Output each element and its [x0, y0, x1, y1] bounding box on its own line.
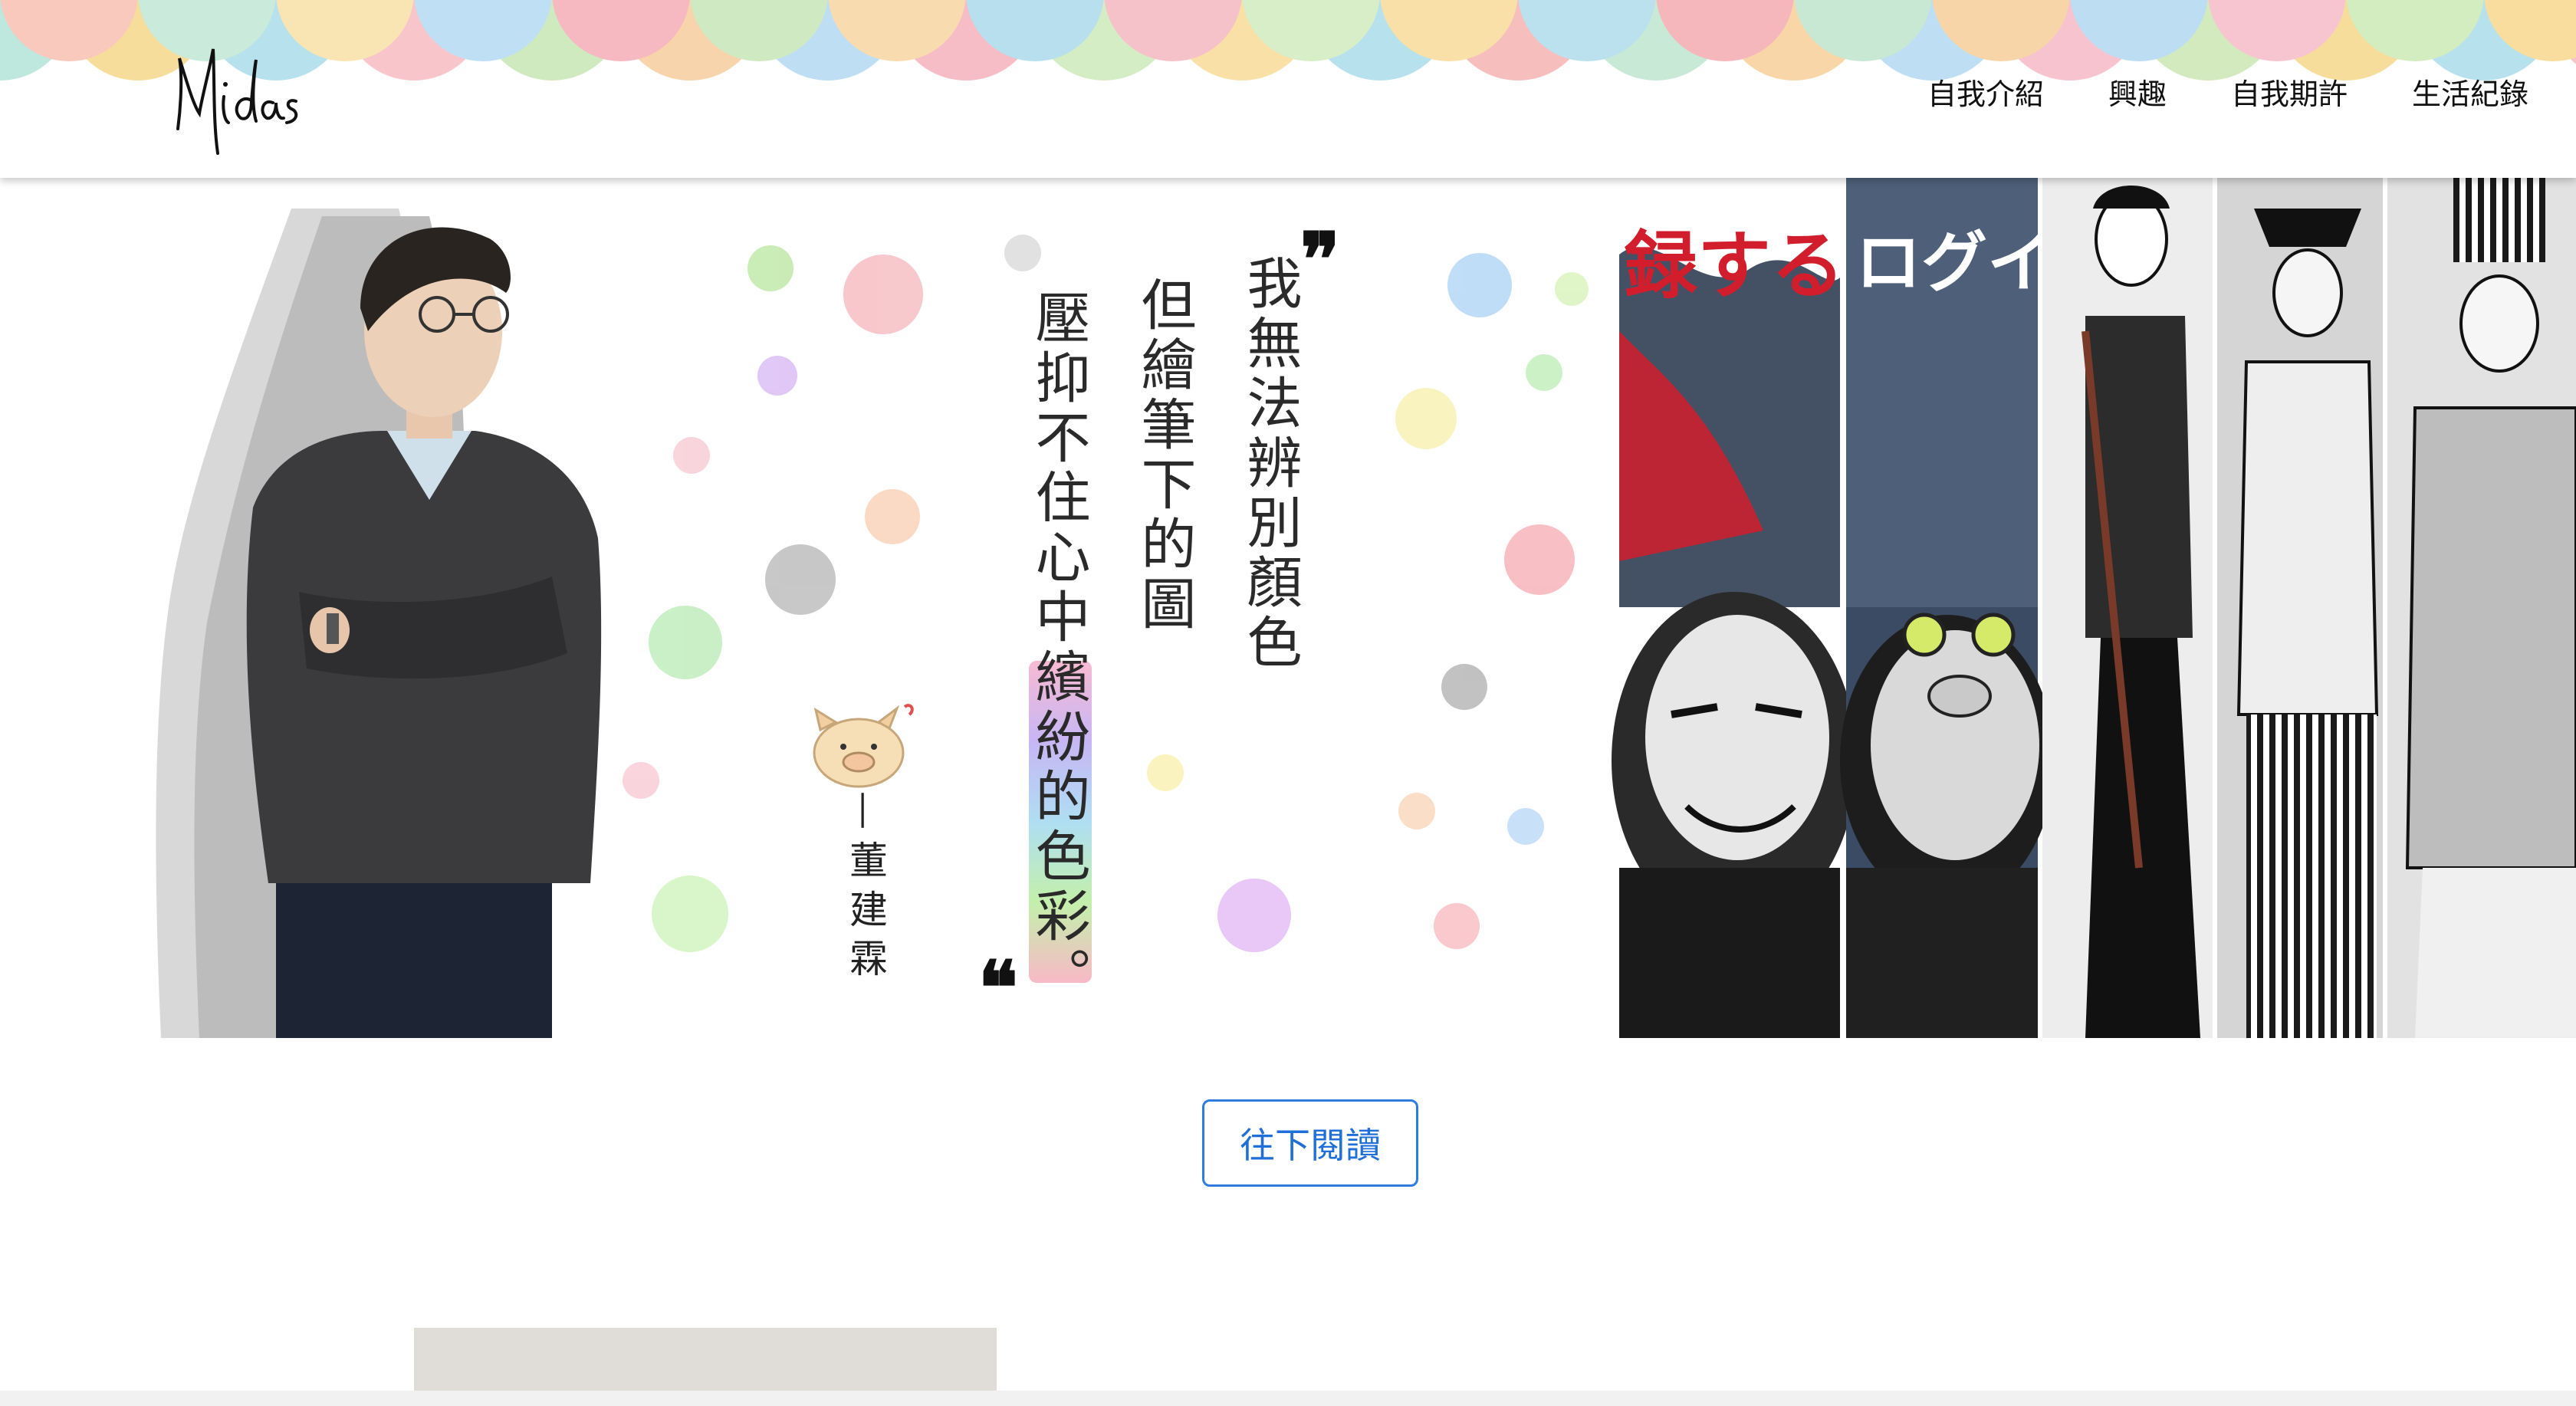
watercolor-dots [623, 235, 1589, 952]
quote-line-2: 但繪筆下的圖 [1132, 276, 1196, 635]
midas-logo[interactable] [164, 21, 302, 159]
nav-item-expectations[interactable]: 自我期許 [2229, 67, 2349, 116]
quote-open-mark: ❞ [1300, 216, 1340, 303]
bottom-divider [0, 1391, 2576, 1406]
quote-line-1: 我無法辨別顏色 [1237, 255, 1302, 673]
nav-item-interests[interactable]: 興趣 [2107, 67, 2168, 116]
quote-attribution: —董建霖 [843, 791, 888, 987]
svg-text:録する: 録する [1624, 223, 1845, 309]
hero-banner: 録する ログイン ❞ 我無法辨別顏色 但繪筆下的圖 壓抑不住心中繽紛的色彩。 ❝… [0, 178, 2576, 1038]
nav-item-life-records[interactable]: 生活紀錄 [2410, 67, 2530, 116]
nav-item-self-intro[interactable]: 自我介紹 [1926, 67, 2045, 116]
quote-close-mark: ❝ [978, 944, 1018, 1031]
portrait-figure [156, 209, 602, 1038]
pig-mascot [813, 704, 914, 788]
manga-panels: 録する ログイン [1612, 178, 2576, 1038]
site-header: 自我介紹 興趣 自我期許 生活紀錄 [0, 0, 2576, 178]
quote-line-3: 壓抑不住心中繽紛的色彩。 [1026, 289, 1090, 1007]
main-nav: 自我介紹 興趣 自我期許 生活紀錄 [1926, 67, 2530, 116]
read-more-button[interactable]: 往下閱讀 [1202, 1099, 1418, 1187]
